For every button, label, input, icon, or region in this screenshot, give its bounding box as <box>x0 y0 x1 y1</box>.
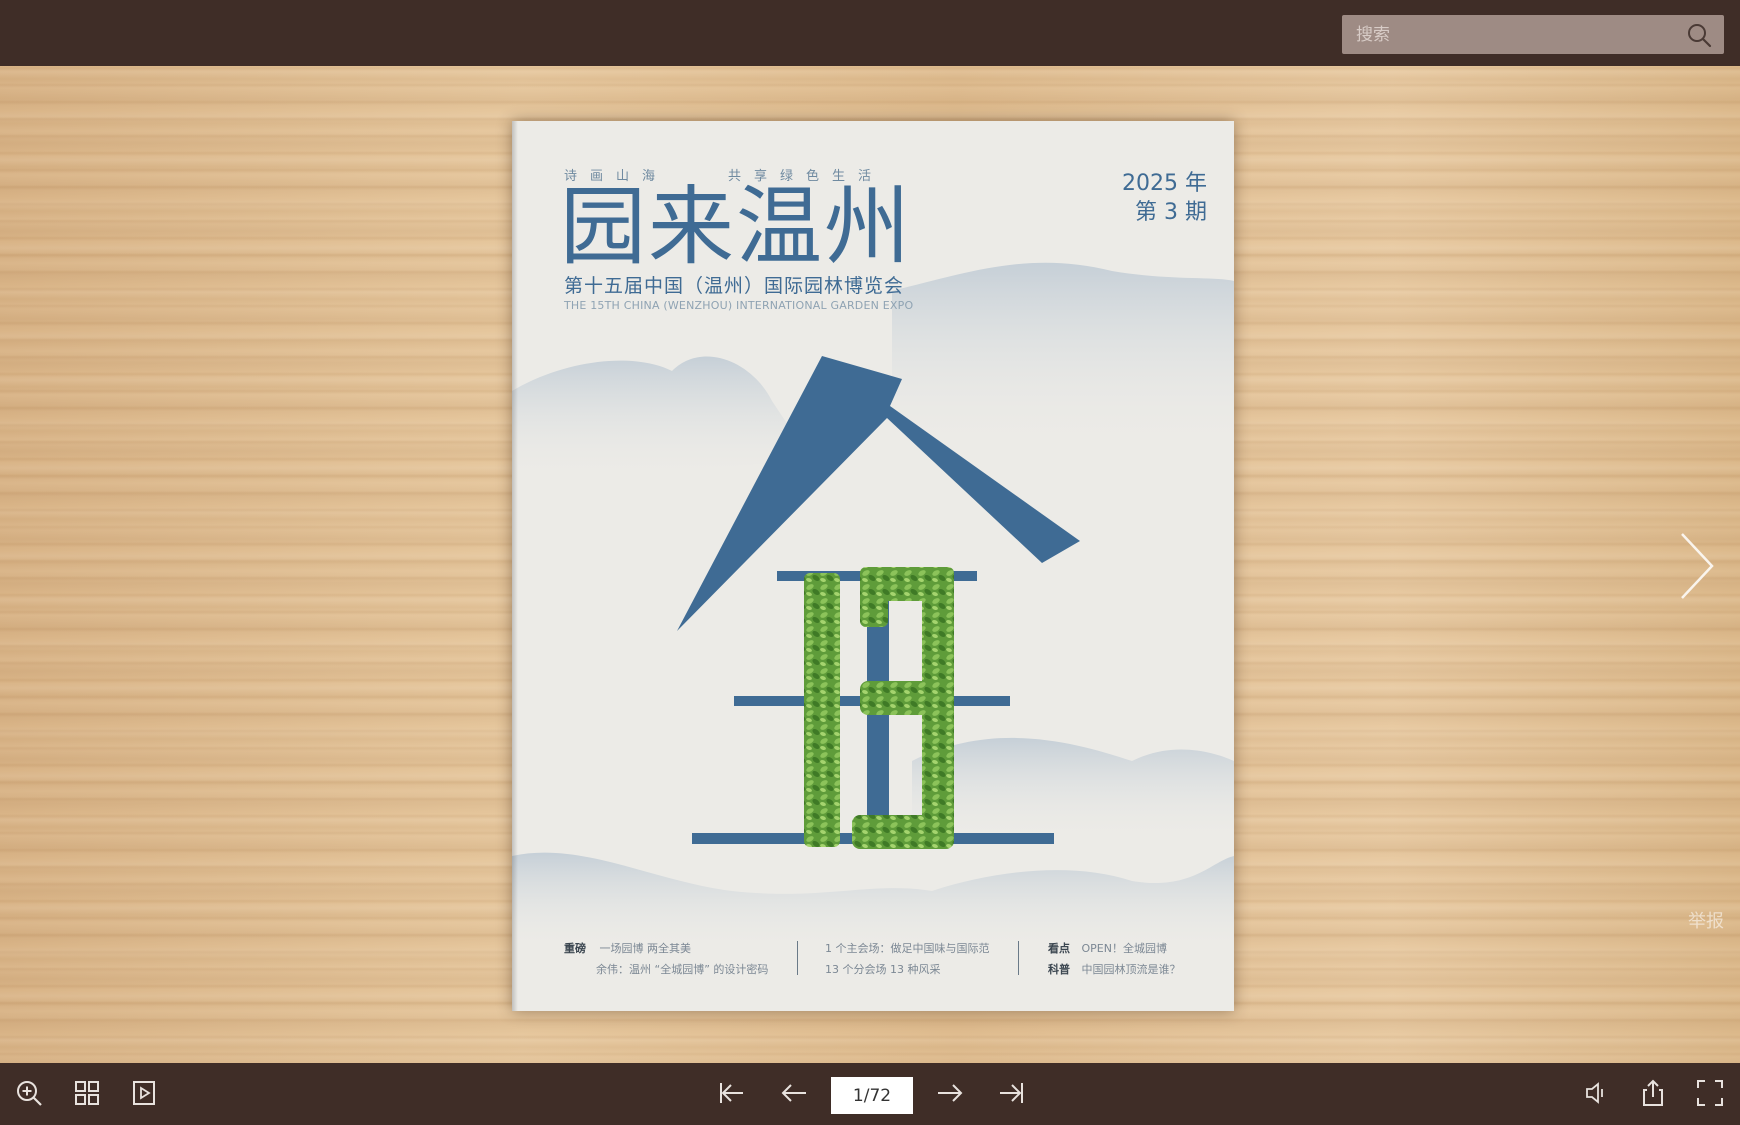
first-page-icon <box>720 1083 743 1103</box>
footer-col3-line2: 科普 中国园林顶流是谁？ <box>1048 961 1181 977</box>
flipbook-viewer: 诗画山海 共享绿色生活 园来温州 第十五届中国（温州）国际园林博览会 THE 1… <box>0 0 1740 1125</box>
search-input[interactable] <box>1342 15 1682 54</box>
footer-divider <box>1018 941 1019 975</box>
footer-text: OPEN！全城园博 <box>1081 942 1167 955</box>
magazine-cover-page[interactable]: 诗画山海 共享绿色生活 园来温州 第十五届中国（温州）国际园林博览会 THE 1… <box>512 121 1234 1011</box>
chevron-right-icon[interactable] <box>1678 530 1716 602</box>
top-toolbar <box>0 0 1740 66</box>
issue-number: 第 3 期 <box>1135 200 1207 225</box>
issue-year: 2025 年 <box>1122 171 1207 196</box>
first-page-button[interactable] <box>715 1077 747 1109</box>
prev-page-button[interactable] <box>778 1077 810 1109</box>
next-page-icon <box>938 1084 963 1102</box>
bottom-toolbar <box>0 1063 1740 1125</box>
footer-col2-line1: 1 个主会场：做足中国味与国际范 <box>825 942 990 955</box>
autoplay-icon <box>133 1081 155 1105</box>
fullscreen-button[interactable] <box>1694 1077 1726 1109</box>
footer-label-highlight: 看点 <box>1048 942 1070 955</box>
report-link[interactable]: 举报 <box>1688 907 1724 933</box>
last-page-button[interactable] <box>996 1077 1028 1109</box>
footer-col3-line1: 看点 OPEN！全城园博 <box>1048 940 1167 956</box>
expo-title-cn: 第十五届中国（温州）国际园林博览会 <box>564 275 905 297</box>
footer-col1-line2: 余伟：温州 “全城园博” 的设计密码 <box>596 963 769 976</box>
page-spine <box>512 121 518 1011</box>
autoplay-button[interactable] <box>128 1077 160 1109</box>
footer-text: 中国园林顶流是谁？ <box>1081 963 1181 976</box>
sound-button[interactable] <box>1580 1077 1612 1109</box>
footer-divider <box>797 941 798 975</box>
search-icon[interactable] <box>1686 22 1712 48</box>
footer-text: 一场园博 两全其美 <box>599 942 692 955</box>
expo-title-en: THE 15TH CHINA (WENZHOU) INTERNATIONAL G… <box>564 299 914 312</box>
page-number-input[interactable] <box>831 1077 913 1114</box>
share-button[interactable] <box>1637 1077 1669 1109</box>
zoom-in-icon <box>17 1081 42 1106</box>
share-icon <box>1643 1079 1663 1106</box>
zoom-in-button[interactable] <box>13 1077 45 1109</box>
thumbnails-button[interactable] <box>71 1077 103 1109</box>
next-page-button[interactable] <box>934 1077 966 1109</box>
footer-label-headline: 重磅 <box>564 942 586 955</box>
sound-icon <box>1586 1082 1603 1104</box>
footer-label-science: 科普 <box>1048 963 1070 976</box>
search-box <box>1342 15 1724 54</box>
footer-col1-line1: 重磅 一场园博 两全其美 <box>564 940 691 956</box>
last-page-icon <box>1000 1083 1023 1103</box>
prev-page-icon <box>781 1084 806 1102</box>
footer-col2-line2: 13 个分会场 13 种风采 <box>825 963 941 976</box>
thumbnails-icon <box>75 1081 99 1105</box>
fullscreen-icon <box>1697 1080 1723 1106</box>
magazine-title: 园来温州 <box>560 177 912 277</box>
